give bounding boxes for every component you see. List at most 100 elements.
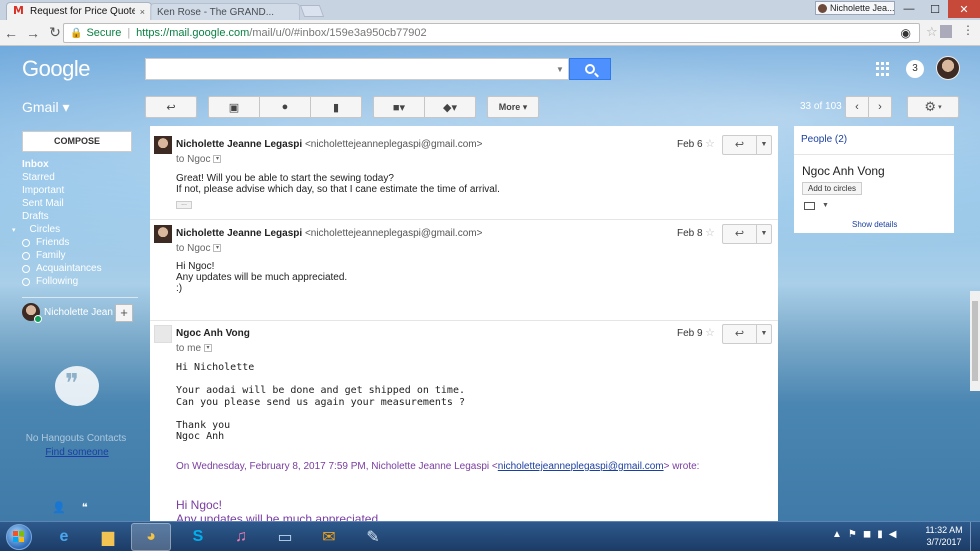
show-desktop-button[interactable] bbox=[970, 522, 980, 551]
extension-icon[interactable] bbox=[940, 25, 952, 38]
forward-icon[interactable]: → bbox=[22, 25, 44, 41]
move-to-button[interactable]: ■▾ bbox=[373, 96, 425, 118]
recipient-details-icon[interactable]: ▾ bbox=[213, 244, 222, 253]
sidebar-item-acquaintances[interactable]: Acquaintances bbox=[22, 262, 140, 275]
browser-user-badge[interactable]: Nicholette Jea... bbox=[815, 1, 895, 15]
people-divider bbox=[794, 154, 954, 155]
sidebar-item-family[interactable]: Family bbox=[22, 249, 140, 262]
skype-icon[interactable]: S bbox=[178, 523, 218, 551]
people-title[interactable]: People (2) bbox=[801, 134, 847, 145]
report-spam-button[interactable]: ● bbox=[259, 96, 311, 118]
new-hangout-button[interactable]: + bbox=[115, 304, 133, 322]
gear-icon: ⚙ bbox=[924, 99, 937, 114]
tab-active[interactable]: Request for Price Quote × bbox=[6, 2, 152, 20]
tray-flag-icon[interactable]: ⚑ bbox=[848, 529, 857, 540]
hangouts-user[interactable]: Nicholette Jean bbox=[22, 303, 113, 323]
delete-button[interactable]: ▮ bbox=[310, 96, 362, 118]
email-options-icon[interactable]: ▼ bbox=[822, 202, 829, 209]
recipient-details-icon[interactable]: ▾ bbox=[213, 155, 222, 164]
reply-button-group[interactable]: ↩ ▼ bbox=[722, 135, 772, 155]
sidebar-item-starred[interactable]: Starred bbox=[22, 171, 140, 184]
page-scrollbar[interactable] bbox=[970, 291, 980, 391]
add-to-circles-button[interactable]: Add to circles bbox=[802, 182, 862, 195]
recipient-details-icon[interactable]: ▾ bbox=[204, 344, 213, 353]
reply-button-group[interactable]: ↩ ▼ bbox=[722, 224, 772, 244]
new-tab-button[interactable] bbox=[299, 5, 325, 17]
older-button[interactable]: › bbox=[868, 96, 892, 118]
eye-icon[interactable]: ◉ bbox=[901, 26, 911, 40]
sidebar-item-circles[interactable]: Circles bbox=[22, 223, 140, 236]
tray-network-icon[interactable]: ▮ bbox=[877, 529, 883, 540]
taskbar-clock[interactable]: 11:32 AM 3/7/2017 bbox=[922, 524, 966, 548]
labels-button[interactable]: ◆▾ bbox=[424, 96, 476, 118]
archive-button[interactable]: ▣ bbox=[208, 96, 260, 118]
reply-icon[interactable]: ↩ bbox=[723, 136, 757, 154]
recipient-line: to me ▾ bbox=[176, 343, 213, 354]
show-trimmed-button[interactable]: ... bbox=[176, 200, 192, 209]
spam-icon: ● bbox=[281, 101, 289, 113]
tray-volume-icon[interactable]: ◀ bbox=[889, 529, 897, 540]
sender-name[interactable]: Nicholette Jeanne Legaspi bbox=[176, 139, 302, 150]
contact-name[interactable]: Ngoc Anh Vong bbox=[802, 164, 885, 178]
show-details-link[interactable]: Show details bbox=[852, 220, 897, 229]
browser-menu-icon[interactable]: ⋮ bbox=[962, 23, 974, 37]
gmail-app-switcher[interactable]: Gmail ▾ bbox=[22, 99, 69, 116]
sidebar-item-drafts[interactable]: Drafts bbox=[22, 210, 140, 223]
sender-avatar bbox=[154, 136, 172, 154]
sender-name[interactable]: Ngoc Anh Vong bbox=[176, 328, 250, 339]
google-logo[interactable]: Google bbox=[22, 56, 90, 82]
notifications-badge[interactable]: 3 bbox=[906, 60, 924, 78]
settings-button[interactable]: ⚙ ▾ bbox=[907, 96, 959, 118]
back-arrow-icon: ↩ bbox=[166, 101, 176, 114]
hangouts-quote-icon[interactable]: ❝ bbox=[82, 501, 88, 514]
sidebar-item-sent[interactable]: Sent Mail bbox=[22, 197, 140, 210]
search-options-icon[interactable]: ▼ bbox=[556, 65, 564, 74]
photo-viewer-icon[interactable]: ▭ bbox=[265, 523, 305, 551]
search-button[interactable] bbox=[569, 58, 611, 80]
tray-app-icon[interactable]: ◼ bbox=[863, 529, 871, 540]
search-input[interactable] bbox=[145, 58, 569, 80]
close-window-button[interactable]: ✕ bbox=[948, 0, 980, 18]
file-explorer-icon[interactable]: ▆ bbox=[88, 523, 128, 551]
chrome-icon[interactable]: ◕ bbox=[131, 523, 171, 551]
newer-button[interactable]: ‹ bbox=[845, 96, 869, 118]
internet-explorer-icon[interactable]: e bbox=[44, 523, 84, 551]
email-icon[interactable] bbox=[804, 202, 815, 210]
itunes-icon[interactable]: ♫ bbox=[221, 523, 261, 551]
reply-button-group[interactable]: ↩ ▼ bbox=[722, 324, 772, 344]
sidebar-item-important[interactable]: Important bbox=[22, 184, 140, 197]
outlook-icon[interactable]: ✉ bbox=[309, 523, 349, 551]
tab-inactive[interactable]: Ken Rose - The GRAND... bbox=[150, 3, 300, 20]
reply-more-icon[interactable]: ▼ bbox=[757, 136, 771, 154]
sidebar-item-inbox[interactable]: Inbox bbox=[22, 158, 140, 171]
gmail-page: Google ▼ 3 Gmail ▾ ↩ ▣ ● ▮ ■▾ ◆▾ More ▾ … bbox=[0, 46, 980, 522]
back-to-inbox-button[interactable]: ↩ bbox=[145, 96, 197, 118]
account-avatar[interactable] bbox=[936, 56, 960, 80]
tab-close-icon[interactable]: × bbox=[140, 7, 145, 17]
apps-grid-icon[interactable] bbox=[876, 62, 890, 76]
back-icon[interactable]: ← bbox=[0, 25, 22, 41]
reply-more-icon[interactable]: ▼ bbox=[757, 225, 771, 243]
minimize-button[interactable]: — bbox=[896, 0, 922, 18]
tray-arrow-icon[interactable]: ▲ bbox=[832, 529, 842, 540]
star-icon[interactable]: ☆ bbox=[705, 226, 715, 239]
quote-suffix: > wrote: bbox=[663, 461, 700, 472]
reply-more-icon[interactable]: ▼ bbox=[757, 325, 771, 343]
find-someone-link[interactable]: Find someone bbox=[22, 447, 132, 458]
sender-name[interactable]: Nicholette Jeanne Legaspi bbox=[176, 228, 302, 239]
paint-icon[interactable]: ✎ bbox=[353, 523, 393, 551]
more-button[interactable]: More ▾ bbox=[487, 96, 539, 118]
maximize-button[interactable]: ☐ bbox=[922, 0, 948, 18]
quote-email-link[interactable]: nicholettejeanneplegaspi@gmail.com bbox=[498, 461, 664, 472]
star-icon[interactable]: ☆ bbox=[705, 326, 715, 339]
bookmark-star-icon[interactable]: ☆ bbox=[926, 24, 938, 40]
message-counter: 33 of 103 bbox=[800, 101, 842, 112]
address-bar[interactable]: 🔒 Secure | https://mail.google.com /mail… bbox=[63, 23, 920, 43]
reply-icon[interactable]: ↩ bbox=[723, 225, 757, 243]
sidebar-item-following[interactable]: Following bbox=[22, 275, 140, 288]
reply-icon[interactable]: ↩ bbox=[723, 325, 757, 343]
star-icon[interactable]: ☆ bbox=[705, 137, 715, 150]
sidebar-item-friends[interactable]: Friends bbox=[22, 236, 140, 249]
contacts-person-icon[interactable]: 👤 bbox=[52, 501, 66, 514]
compose-button[interactable]: COMPOSE bbox=[22, 131, 132, 152]
